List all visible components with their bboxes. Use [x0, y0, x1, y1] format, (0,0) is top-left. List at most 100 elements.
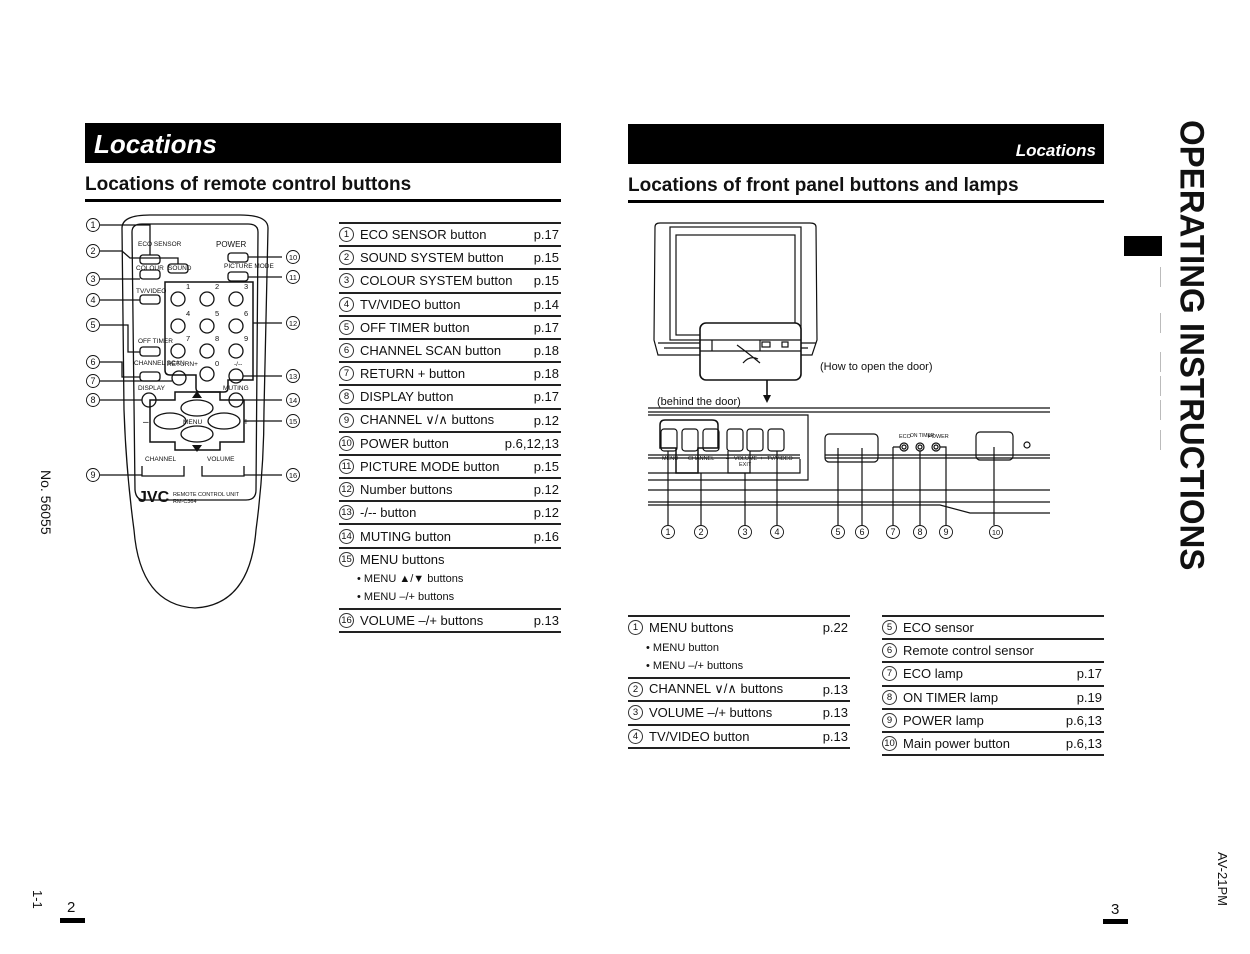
- panel-label-minus: –: [726, 456, 730, 462]
- callout-number: 7: [890, 527, 895, 537]
- callout-number: 9: [339, 412, 354, 428]
- tab-tick: [1160, 430, 1161, 450]
- item-label: COLOUR SYSTEM button: [360, 273, 513, 289]
- callout-number: 14: [339, 528, 354, 544]
- row-label-wrap: 6 CHANNEL SCAN button: [339, 343, 502, 359]
- table-row: 8 ON TIMER lamp p.19: [882, 687, 1104, 710]
- label-sound: SOUND: [168, 265, 192, 272]
- digit-label: 3: [244, 282, 248, 291]
- table-row: 13 -/-- button p.12: [339, 502, 561, 526]
- digit-label: 2: [215, 282, 219, 291]
- tab-tick: [1160, 313, 1161, 333]
- page-number-right: 3: [1111, 901, 1120, 918]
- row-label-wrap: 12 Number buttons: [339, 482, 453, 498]
- callout-number: 6: [859, 527, 864, 537]
- remote-buttons-table: 1 ECO SENSOR button p.17 2 SOUND SYSTEM butt…: [339, 222, 561, 633]
- item-label: ECO lamp: [903, 666, 963, 682]
- callout-number: 13: [339, 505, 354, 521]
- table-row: 2 CHANNEL ∨/∧ buttons p.13: [628, 679, 850, 702]
- item-label: VOLUME –/+ buttons: [649, 705, 773, 721]
- panel-label-tv-video: TV/VIDEO: [767, 456, 793, 462]
- row-label-wrap: 1 MENU buttons: [628, 620, 734, 636]
- row-label-wrap: 5 ECO sensor: [882, 620, 974, 636]
- page-reference: p.22: [822, 620, 848, 636]
- callout-number: 10: [339, 435, 354, 451]
- callout-number: 3: [339, 273, 354, 289]
- page-reference: p.6,12,13: [504, 435, 559, 451]
- front-panel-table-a: 1 MENU buttons p.22 • MENU button • MENU –/+…: [628, 615, 850, 749]
- row-label-wrap: 6 Remote control sensor: [882, 643, 1034, 659]
- callout-number: 2: [90, 246, 95, 256]
- front-panel-section-title: Locations of front panel buttons and lam…: [628, 175, 1104, 203]
- row-label-wrap: 5 OFF TIMER button: [339, 319, 470, 335]
- row-label-wrap: 4 TV/VIDEO button: [339, 296, 460, 312]
- left-header-title: Locations: [94, 129, 217, 159]
- side-title-text: OPERATING INSTRUCTIONS: [1173, 120, 1212, 571]
- digit-label: 7: [186, 334, 190, 343]
- panel-label-menu: MENU: [662, 456, 678, 462]
- callout-number: 4: [90, 295, 95, 305]
- document-number: No. 56055: [38, 470, 54, 535]
- page-reference: p.17: [533, 319, 559, 335]
- callout-number: 11: [339, 458, 354, 474]
- callout-number: 1: [90, 220, 95, 230]
- remote-section-title: Locations of remote control buttons: [85, 174, 561, 202]
- page-reference: p.19: [1076, 689, 1102, 705]
- callout-number: 10: [992, 528, 1000, 537]
- row-label-wrap: 10 POWER button: [339, 435, 449, 451]
- table-row: 10 POWER button p.6,12,13: [339, 433, 561, 456]
- callout-number: 6: [882, 643, 897, 659]
- row-label-wrap: 9 CHANNEL ∨/∧ buttons: [339, 412, 494, 428]
- svg-text:–: –: [143, 417, 149, 428]
- callout-number: 9: [90, 470, 95, 480]
- tab-tick: [1160, 267, 1161, 287]
- callout-number: 7: [90, 376, 95, 386]
- page-reference: p.15: [533, 250, 559, 266]
- table-row: 5 ECO sensor: [882, 617, 1104, 641]
- table-row: 3 VOLUME –/+ buttons p.13: [628, 702, 850, 726]
- label-off-timer: OFF TIMER: [138, 338, 173, 345]
- row-label-wrap: 11 PICTURE MODE button: [339, 458, 499, 474]
- callout-number: 5: [882, 620, 897, 636]
- page-reference: p.6,13: [1065, 736, 1102, 752]
- digit-label: 5: [215, 309, 219, 318]
- table-row: 6 CHANNEL SCAN button p.18: [339, 340, 561, 364]
- table-row: 7 ECO lamp p.17: [882, 663, 1104, 687]
- table-row: 3 COLOUR SYSTEM button p.15: [339, 270, 561, 294]
- table-row: 7 RETURN + button p.18: [339, 363, 561, 387]
- item-label: POWER lamp: [903, 712, 984, 728]
- callout-number: 5: [339, 319, 354, 335]
- row-label-wrap: 4 TV/VIDEO button: [628, 728, 750, 744]
- callout-number: 2: [698, 527, 703, 537]
- tab-tick: [1160, 352, 1161, 372]
- item-label: TV/VIDEO button: [649, 728, 750, 744]
- page-marker-left: [60, 918, 85, 923]
- table-row: 4 TV/VIDEO button p.14: [339, 294, 561, 317]
- row-label-wrap: 8 DISPLAY button: [339, 389, 453, 405]
- digit-label: 1: [186, 282, 190, 291]
- panel-label-channel: CHANNEL: [688, 456, 714, 462]
- label-return: RETURN+: [167, 361, 198, 368]
- label-colour: COLOUR: [136, 265, 164, 272]
- callout-number: 3: [628, 705, 643, 721]
- caption-behind-door: (behind the door): [657, 396, 741, 408]
- sheet-number: 1-1: [30, 890, 45, 909]
- callout-number: 14: [289, 396, 297, 405]
- page-reference: p.17: [533, 227, 559, 243]
- page-reference: p.12: [533, 482, 559, 498]
- label-display: DISPLAY: [138, 385, 166, 392]
- item-label: CHANNEL SCAN button: [360, 343, 502, 359]
- callout-number: 8: [882, 689, 897, 705]
- right-header-bar: Locations: [628, 124, 1104, 164]
- label-power: POWER: [216, 240, 246, 249]
- callout-number: 8: [90, 395, 95, 405]
- sub-item: • MENU –/+ buttons: [357, 590, 455, 603]
- row-label-wrap: 1 ECO SENSOR button: [339, 227, 486, 243]
- callout-number: 6: [339, 343, 354, 359]
- page-reference: p.18: [533, 343, 559, 359]
- model-number: AV-21PM: [1215, 852, 1230, 906]
- label-menu: MENU: [183, 419, 202, 426]
- callout-number: 13: [289, 372, 297, 381]
- page-reference: p.16: [533, 528, 559, 544]
- label-unit: REMOTE CONTROL UNIT: [173, 492, 240, 498]
